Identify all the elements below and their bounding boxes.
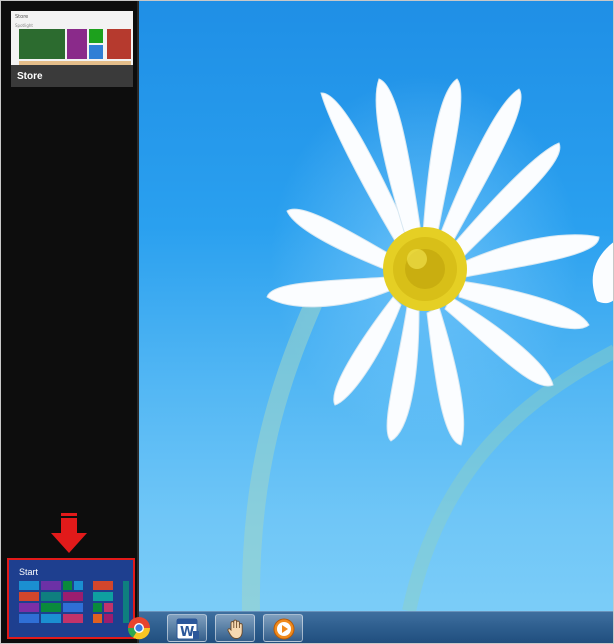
start-tile [19, 614, 39, 623]
word-icon-label: W [180, 625, 194, 640]
taskbar-chrome-button[interactable] [119, 614, 159, 642]
start-tile [41, 581, 61, 590]
store-app-label: Store [17, 71, 43, 82]
start-tile [41, 614, 61, 623]
store-preview-subheader: Spotlight [15, 23, 33, 28]
start-tile [93, 592, 113, 601]
taskbar-media-player-button[interactable] [263, 614, 303, 642]
start-tile [19, 592, 39, 601]
media-player-icon [273, 618, 295, 640]
store-tile [89, 45, 103, 59]
start-tile [93, 614, 102, 623]
desktop-wallpaper [139, 1, 613, 643]
taskbar-hand-tool-button[interactable] [215, 614, 255, 642]
hand-tool-icon [227, 619, 243, 639]
start-tile [19, 581, 39, 590]
screen: Store Spotlight Store Start W [0, 0, 614, 644]
taskbar: W [127, 611, 613, 643]
start-tile [63, 603, 83, 612]
store-preview-tiles [19, 29, 131, 65]
store-tile [89, 29, 103, 43]
start-tile [93, 581, 113, 590]
taskbar-word-button[interactable]: W [167, 614, 207, 642]
start-tile [63, 592, 83, 601]
word-icon: W [176, 618, 199, 640]
store-preview-header: Store [15, 14, 29, 20]
start-tile [41, 592, 61, 601]
store-tile [19, 29, 65, 59]
start-tile [63, 581, 72, 590]
store-tile [67, 29, 87, 59]
start-tile [63, 614, 83, 623]
store-tile [107, 29, 131, 59]
store-app-thumbnail[interactable]: Store Spotlight Store [11, 11, 133, 87]
start-tile [41, 603, 61, 612]
start-tile [19, 603, 39, 612]
start-screen-thumbnail[interactable]: Start [7, 558, 135, 639]
daisy-wallpaper-image [241, 78, 613, 613]
start-app-label: Start [19, 567, 39, 577]
red-down-arrow-icon [51, 513, 87, 553]
chrome-icon [127, 617, 151, 640]
start-tile [74, 581, 83, 590]
start-tile [104, 614, 113, 623]
app-switcher-panel: Store Spotlight Store Start [1, 1, 139, 643]
start-tile [93, 603, 102, 612]
start-tile [104, 603, 113, 612]
